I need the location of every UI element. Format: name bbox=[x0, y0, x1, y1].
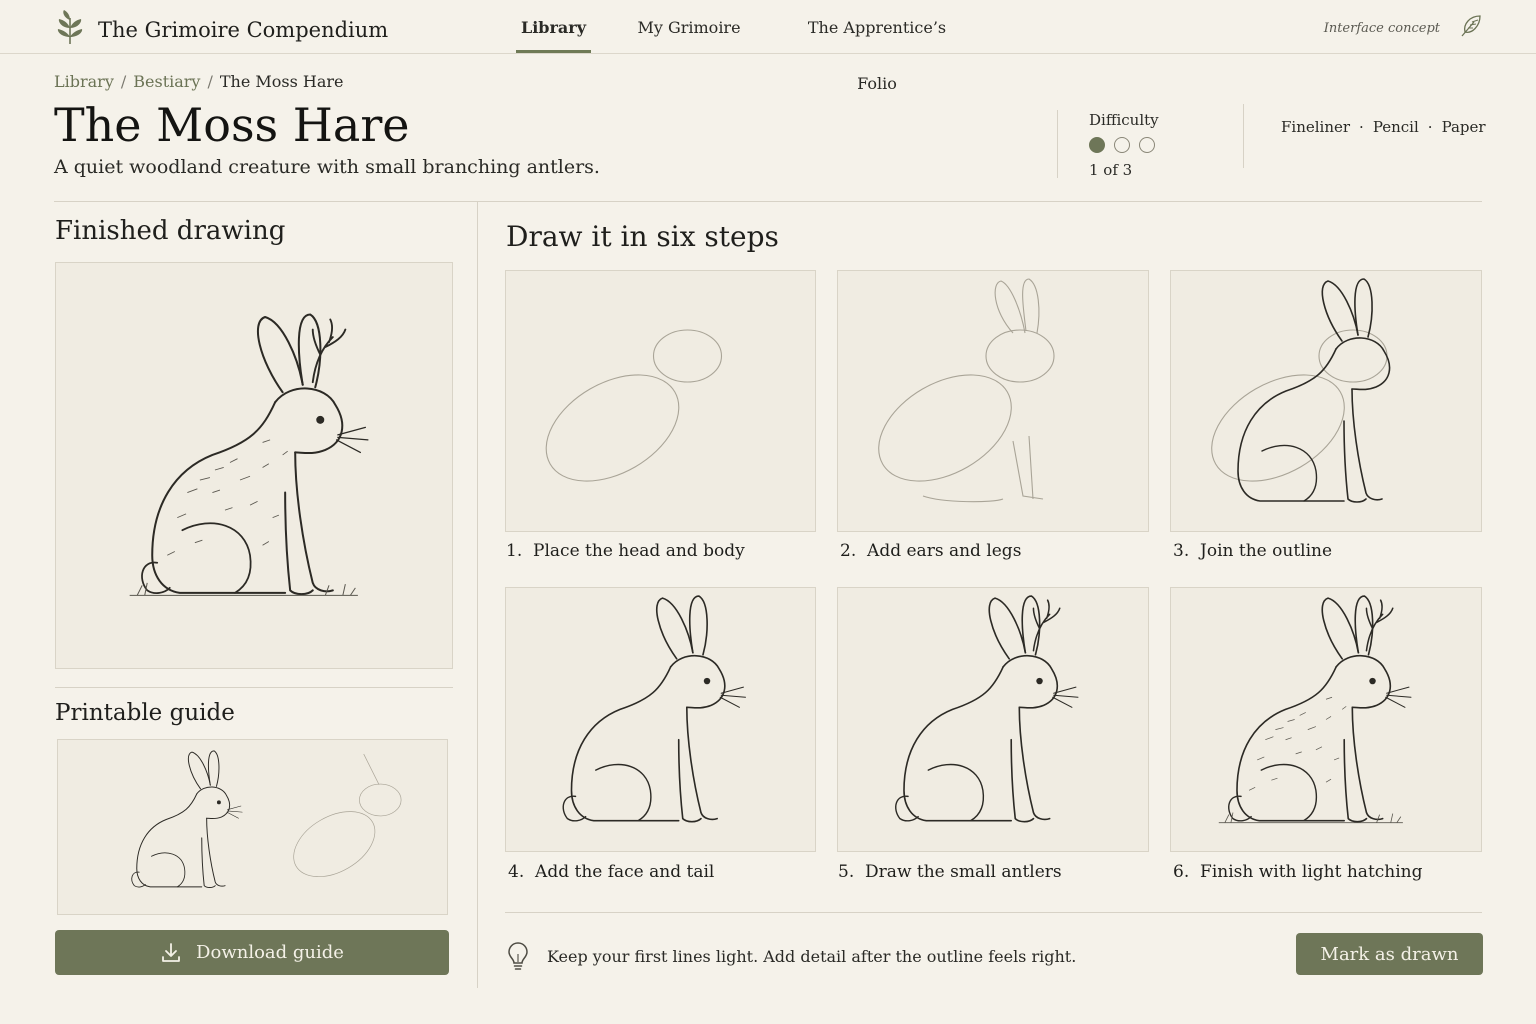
download-icon bbox=[160, 942, 182, 964]
lightbulb-icon bbox=[505, 940, 531, 972]
step-6-caption: 6. Finish with light hatching bbox=[1173, 862, 1423, 882]
interface-concept: Interface concept bbox=[1324, 14, 1482, 42]
step-4-caption: 4. Add the face and tail bbox=[508, 862, 715, 882]
left-section-divider bbox=[55, 687, 453, 688]
materials-list: Fineliner · Pencil · Paper bbox=[1281, 118, 1486, 136]
step-4-image bbox=[505, 587, 816, 852]
step-1-caption: 1. Place the head and body bbox=[506, 541, 745, 561]
step-2-caption: 2. Add ears and legs bbox=[840, 541, 1022, 561]
header-divider bbox=[1243, 104, 1244, 168]
mark-as-drawn-button[interactable]: Mark as drawn bbox=[1296, 933, 1483, 975]
drawing-tip: Keep your first lines light. Add detail … bbox=[505, 940, 1076, 972]
difficulty-dots bbox=[1089, 137, 1159, 153]
difficulty-meter: Difficulty 1 of 3 bbox=[1089, 111, 1159, 179]
step-5-image bbox=[837, 587, 1149, 852]
step-5-caption: 5. Draw the small antlers bbox=[838, 862, 1062, 882]
step-2-image bbox=[837, 270, 1149, 532]
difficulty-dot-empty bbox=[1114, 137, 1130, 153]
steps-bottom-divider bbox=[505, 912, 1482, 913]
step-3-caption: 3. Join the outline bbox=[1173, 541, 1333, 561]
interface-concept-label: Interface concept bbox=[1323, 20, 1440, 36]
breadcrumb-bestiary[interactable]: Bestiary bbox=[133, 72, 200, 91]
breadcrumb-current: The Moss Hare bbox=[219, 72, 344, 91]
app-title: The Grimoire Compendium bbox=[98, 18, 389, 42]
breadcrumb: Library / Bestiary / The Moss Hare bbox=[54, 72, 344, 91]
difficulty-dot-filled bbox=[1089, 137, 1105, 153]
tip-text: Keep your first lines light. Add detail … bbox=[547, 946, 1077, 966]
download-guide-label: Download guide bbox=[196, 942, 344, 963]
brand[interactable]: The Grimoire Compendium bbox=[54, 10, 388, 50]
finished-drawing-image bbox=[55, 262, 453, 669]
nav-tab-library[interactable]: Library bbox=[516, 0, 591, 54]
finished-drawing-title: Finished drawing bbox=[55, 216, 286, 246]
header-bottom-divider bbox=[54, 201, 1482, 202]
steps-title: Draw it in six steps bbox=[506, 220, 779, 253]
difficulty-count: 1 of 3 bbox=[1089, 161, 1133, 179]
printable-guide-title: Printable guide bbox=[55, 700, 235, 726]
step-1-image bbox=[505, 270, 816, 532]
difficulty-dot-empty bbox=[1139, 137, 1155, 153]
step-3-image bbox=[1170, 270, 1482, 532]
nav-tab-my-grimoire[interactable]: My Grimoire bbox=[630, 0, 748, 54]
nav-tab-apprentices-folio[interactable]: The Apprentice’s Folio bbox=[786, 0, 968, 93]
active-tab-indicator bbox=[516, 50, 591, 53]
page-title: The Moss Hare bbox=[54, 98, 410, 152]
material-paper: Paper bbox=[1441, 118, 1486, 136]
printable-guide-preview[interactable] bbox=[57, 739, 448, 915]
material-fineliner: Fineliner bbox=[1281, 118, 1351, 136]
material-pencil: Pencil bbox=[1372, 118, 1419, 136]
download-guide-button[interactable]: Download guide bbox=[55, 930, 449, 975]
leaf-sprig-icon bbox=[54, 10, 86, 50]
page-subtitle: A quiet woodland creature with small bra… bbox=[54, 156, 600, 178]
difficulty-label: Difficulty bbox=[1089, 111, 1159, 129]
top-bar: The Grimoire Compendium Library My Grimo… bbox=[0, 0, 1536, 93]
step-6-image bbox=[1170, 587, 1482, 852]
feather-icon[interactable] bbox=[1460, 14, 1482, 42]
header-divider bbox=[1057, 110, 1058, 178]
breadcrumb-library[interactable]: Library bbox=[54, 72, 114, 91]
column-divider bbox=[477, 202, 478, 988]
